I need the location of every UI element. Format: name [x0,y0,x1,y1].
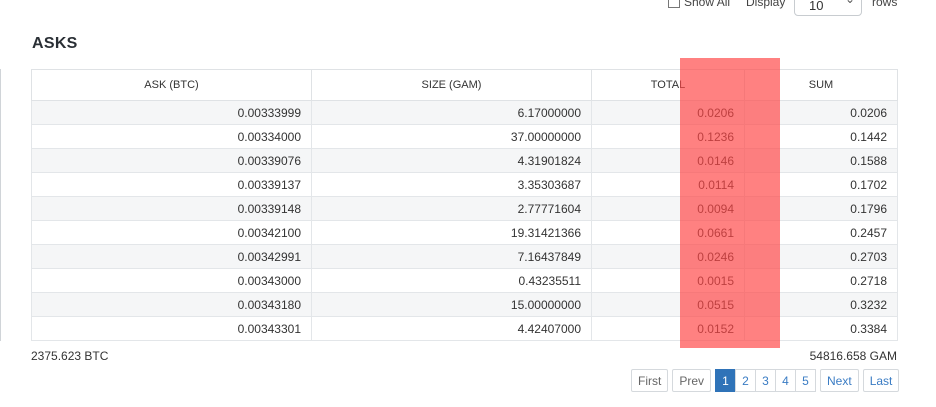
cell-sum: 0.2703 [744,244,898,269]
cell-sum: 0.2457 [744,220,898,245]
total-gam: 54816.658 GAM [809,349,897,363]
cell-sum: 0.2718 [744,268,898,293]
cell-total: 0.0246 [591,244,745,269]
table-controls: Show All Display 10 ⌄ rows [0,0,936,18]
cell-size: 4.42407000 [311,316,592,341]
page-3-button[interactable]: 3 [755,369,777,392]
page-2-button[interactable]: 2 [735,369,757,392]
last-page-button[interactable]: Last [862,369,900,392]
cell-total: 0.0152 [591,316,745,341]
cell-size: 19.31421366 [311,220,592,245]
cell-total: 0.0515 [591,292,745,317]
display-label: Display [746,0,786,9]
table-row: 0.00343301 4.42407000 0.0152 0.3384 [31,316,898,341]
rows-per-page-value: 10 [809,0,824,13]
next-page-button[interactable]: Next [820,369,859,392]
total-btc: 2375.623 BTC [31,349,109,363]
asks-table: ASK (BTC) SIZE (GAM) TOTAL SUM 0.0033399… [31,69,898,341]
cell-sum: 0.3384 [744,316,898,341]
table-row: 0.00342100 19.31421366 0.0661 0.2457 [31,220,898,245]
cell-size: 37.00000000 [311,124,592,149]
asks-heading: ASKS [32,35,78,52]
table-row: 0.00339137 3.35303687 0.0114 0.1702 [31,172,898,197]
cell-ask: 0.00339148 [31,196,312,221]
cell-ask: 0.00343180 [31,292,312,317]
page-5-button[interactable]: 5 [795,369,817,392]
col-header-sum[interactable]: SUM [744,69,898,101]
page-4-button[interactable]: 4 [775,369,797,392]
show-all-label: Show All [684,0,731,9]
cell-sum: 0.0206 [744,100,898,125]
prev-page-button[interactable]: Prev [672,369,712,392]
cell-ask: 0.00339137 [31,172,312,197]
cell-sum: 0.3232 [744,292,898,317]
table-row: 0.00339076 4.31901824 0.0146 0.1588 [31,148,898,173]
col-header-ask[interactable]: ASK (BTC) [31,69,312,101]
col-header-size[interactable]: SIZE (GAM) [311,69,592,101]
cell-size: 15.00000000 [311,292,592,317]
cell-sum: 0.1442 [744,124,898,149]
cell-total: 0.0146 [591,148,745,173]
cell-total: 0.1236 [591,124,745,149]
cell-total: 0.0661 [591,220,745,245]
cell-total: 0.0015 [591,268,745,293]
cell-ask: 0.00343000 [31,268,312,293]
table-header-row: ASK (BTC) SIZE (GAM) TOTAL SUM [31,69,898,101]
pagination: First Prev 12345 Next Last [631,369,900,392]
cell-sum: 0.1796 [744,196,898,221]
table-row: 0.00342991 7.16437849 0.0246 0.2703 [31,244,898,269]
cell-size: 4.31901824 [311,148,592,173]
col-header-total[interactable]: TOTAL [591,69,745,101]
cell-ask: 0.00342100 [31,220,312,245]
cell-size: 3.35303687 [311,172,592,197]
cell-ask: 0.00334000 [31,124,312,149]
show-all-checkbox[interactable] [668,0,680,8]
cell-total: 0.0114 [591,172,745,197]
chevron-down-icon: ⌄ [845,0,855,6]
table-row: 0.00343180 15.00000000 0.0515 0.3232 [31,292,898,317]
page-number-group: 12345 [715,369,817,392]
cell-size: 7.16437849 [311,244,592,269]
cell-size: 0.43235511 [311,268,592,293]
cell-ask: 0.00333999 [31,100,312,125]
table-row: 0.00343000 0.43235511 0.0015 0.2718 [31,268,898,293]
cell-ask: 0.00343301 [31,316,312,341]
table-row: 0.00339148 2.77771604 0.0094 0.1796 [31,196,898,221]
cell-ask: 0.00339076 [31,148,312,173]
cell-size: 6.17000000 [311,100,592,125]
cell-size: 2.77771604 [311,196,592,221]
table-row: 0.00334000 37.00000000 0.1236 0.1442 [31,124,898,149]
first-page-button[interactable]: First [631,369,669,392]
cell-sum: 0.1702 [744,172,898,197]
cell-sum: 0.1588 [744,148,898,173]
cell-total: 0.0094 [591,196,745,221]
divider [0,69,1,341]
rows-per-page-select[interactable]: 10 ⌄ [794,0,862,16]
rows-label: rows [872,0,898,9]
page-1-button[interactable]: 1 [715,369,737,392]
cell-total: 0.0206 [591,100,745,125]
table-row: 0.00333999 6.17000000 0.0206 0.0206 [31,100,898,125]
cell-ask: 0.00342991 [31,244,312,269]
